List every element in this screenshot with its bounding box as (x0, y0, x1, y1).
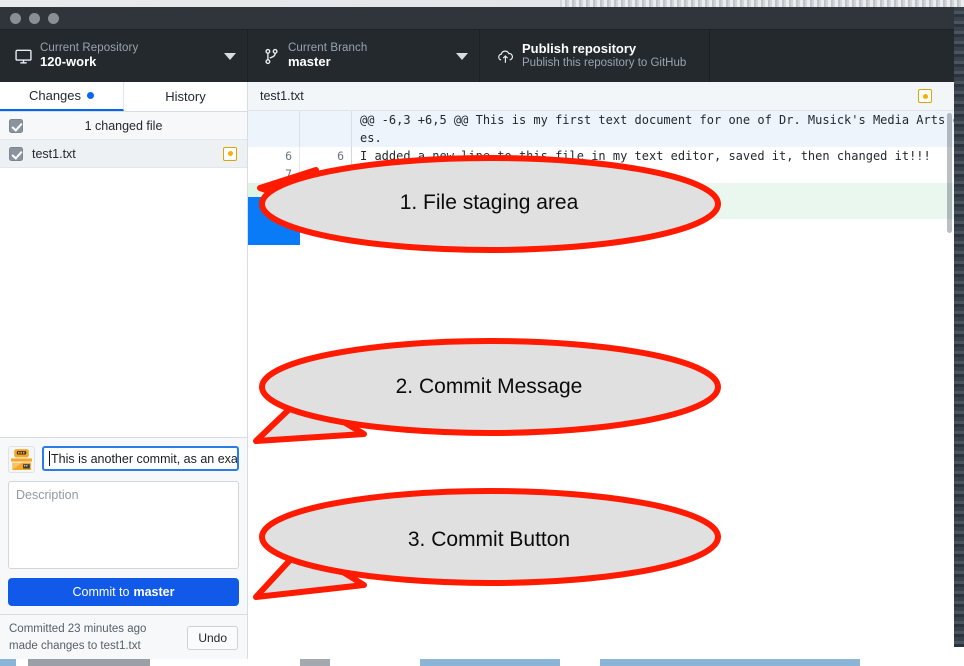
diff-vertical-scrollbar[interactable] (947, 113, 952, 233)
modified-status-icon (918, 89, 932, 103)
minimize-button-icon[interactable] (29, 13, 40, 24)
last-commit-time: Committed 23 minutes ago (9, 622, 147, 635)
commit-button-branch: master (133, 585, 175, 599)
file-include-checkbox[interactable] (9, 146, 23, 161)
diff-line-text: es. (360, 131, 382, 145)
commit-summary-input[interactable]: This is another commit, as an exa (42, 446, 239, 471)
commit-button[interactable]: Commit to master (8, 578, 239, 606)
last-commit-text: Committed 23 minutes ago made changes to… (9, 621, 187, 654)
tab-changes[interactable]: Changes (0, 82, 124, 111)
current-branch-button[interactable]: Current Branch master (248, 30, 480, 82)
undo-button[interactable]: Undo (187, 625, 238, 650)
chevron-down-icon (456, 53, 468, 60)
changed-files-count: 1 changed file (84, 118, 163, 133)
close-button-icon[interactable] (10, 13, 21, 24)
changes-header-row: 1 changed file (0, 112, 247, 140)
sidebar: Changes History 1 changed file test1.txt (0, 82, 248, 659)
tab-history-label: History (165, 89, 206, 104)
app-toolbar: Current Repository 120-work Current Bran… (0, 30, 954, 82)
sidebar-tabs: Changes History (0, 82, 247, 112)
tab-changes-label: Changes (28, 88, 82, 103)
current-repository-value: 120-work (40, 54, 97, 70)
diff-old-line-number (248, 111, 300, 129)
publish-repository-button[interactable]: Publish repository Publish this reposito… (480, 30, 710, 82)
last-commit-undo-bar: Committed 23 minutes ago made changes to… (0, 614, 247, 659)
cloud-upload-icon (492, 48, 518, 65)
publish-repository-title: Publish repository (522, 40, 637, 56)
window-titlebar (0, 7, 954, 30)
modified-status-icon (223, 146, 237, 161)
tab-history[interactable]: History (124, 82, 247, 111)
desktop-background-texture (560, 0, 964, 7)
identicon-avatar (8, 446, 35, 473)
commit-button-prefix: Commit to (72, 585, 130, 599)
select-all-checkbox[interactable] (9, 118, 23, 133)
current-repository-button[interactable]: Current Repository 120-work (0, 30, 248, 82)
window-controls (10, 13, 59, 24)
desktop-background-top (0, 0, 964, 7)
screenshot-root: Current Repository 120-work Current Bran… (0, 0, 964, 666)
last-commit-summary: made changes to test1.txt (9, 639, 141, 652)
publish-repository-subtitle: Publish this repository to GitHub (522, 56, 687, 69)
commit-description-input[interactable]: Description (8, 481, 239, 569)
annotation-callout-1: 1. File staging area (254, 150, 724, 255)
text-caret (49, 451, 50, 466)
changed-file-name: test1.txt (32, 146, 76, 161)
changed-file-row[interactable]: test1.txt (0, 140, 247, 168)
commit-description-placeholder: Description (16, 488, 79, 502)
desktop-background-right (954, 7, 964, 647)
commit-summary-value: This is another commit, as an exa (51, 451, 238, 466)
changes-indicator-dot-icon (87, 92, 95, 99)
commit-summary-row: This is another commit, as an exa (8, 446, 239, 473)
current-branch-value: master (288, 54, 331, 70)
zoom-button-icon[interactable] (48, 13, 59, 24)
git-branch-icon (258, 48, 284, 65)
diff-line-hunk: @@ -6,3 +6,5 @@ This is my first text do… (248, 111, 954, 129)
commit-form: This is another commit, as an exa Descri… (0, 437, 247, 614)
desktop-background-bottom-content (0, 658, 964, 666)
changed-files-list-empty-space (0, 168, 247, 437)
annotation-callout-3: 3. Commit Button (253, 485, 724, 600)
diff-old-line-number (248, 129, 300, 147)
chevron-down-icon (224, 53, 236, 60)
diff-new-line-number (300, 129, 352, 147)
annotation-callout-2: 2. Commit Message (253, 335, 724, 445)
diff-line-text: @@ -6,3 +6,5 @@ This is my first text do… (360, 113, 954, 127)
diff-new-line-number (300, 111, 352, 129)
desktop-monitor-icon (10, 48, 36, 65)
diff-line-hunk: es. (248, 129, 954, 147)
diff-header: test1.txt (248, 82, 954, 111)
diff-header-filename: test1.txt (260, 89, 304, 103)
